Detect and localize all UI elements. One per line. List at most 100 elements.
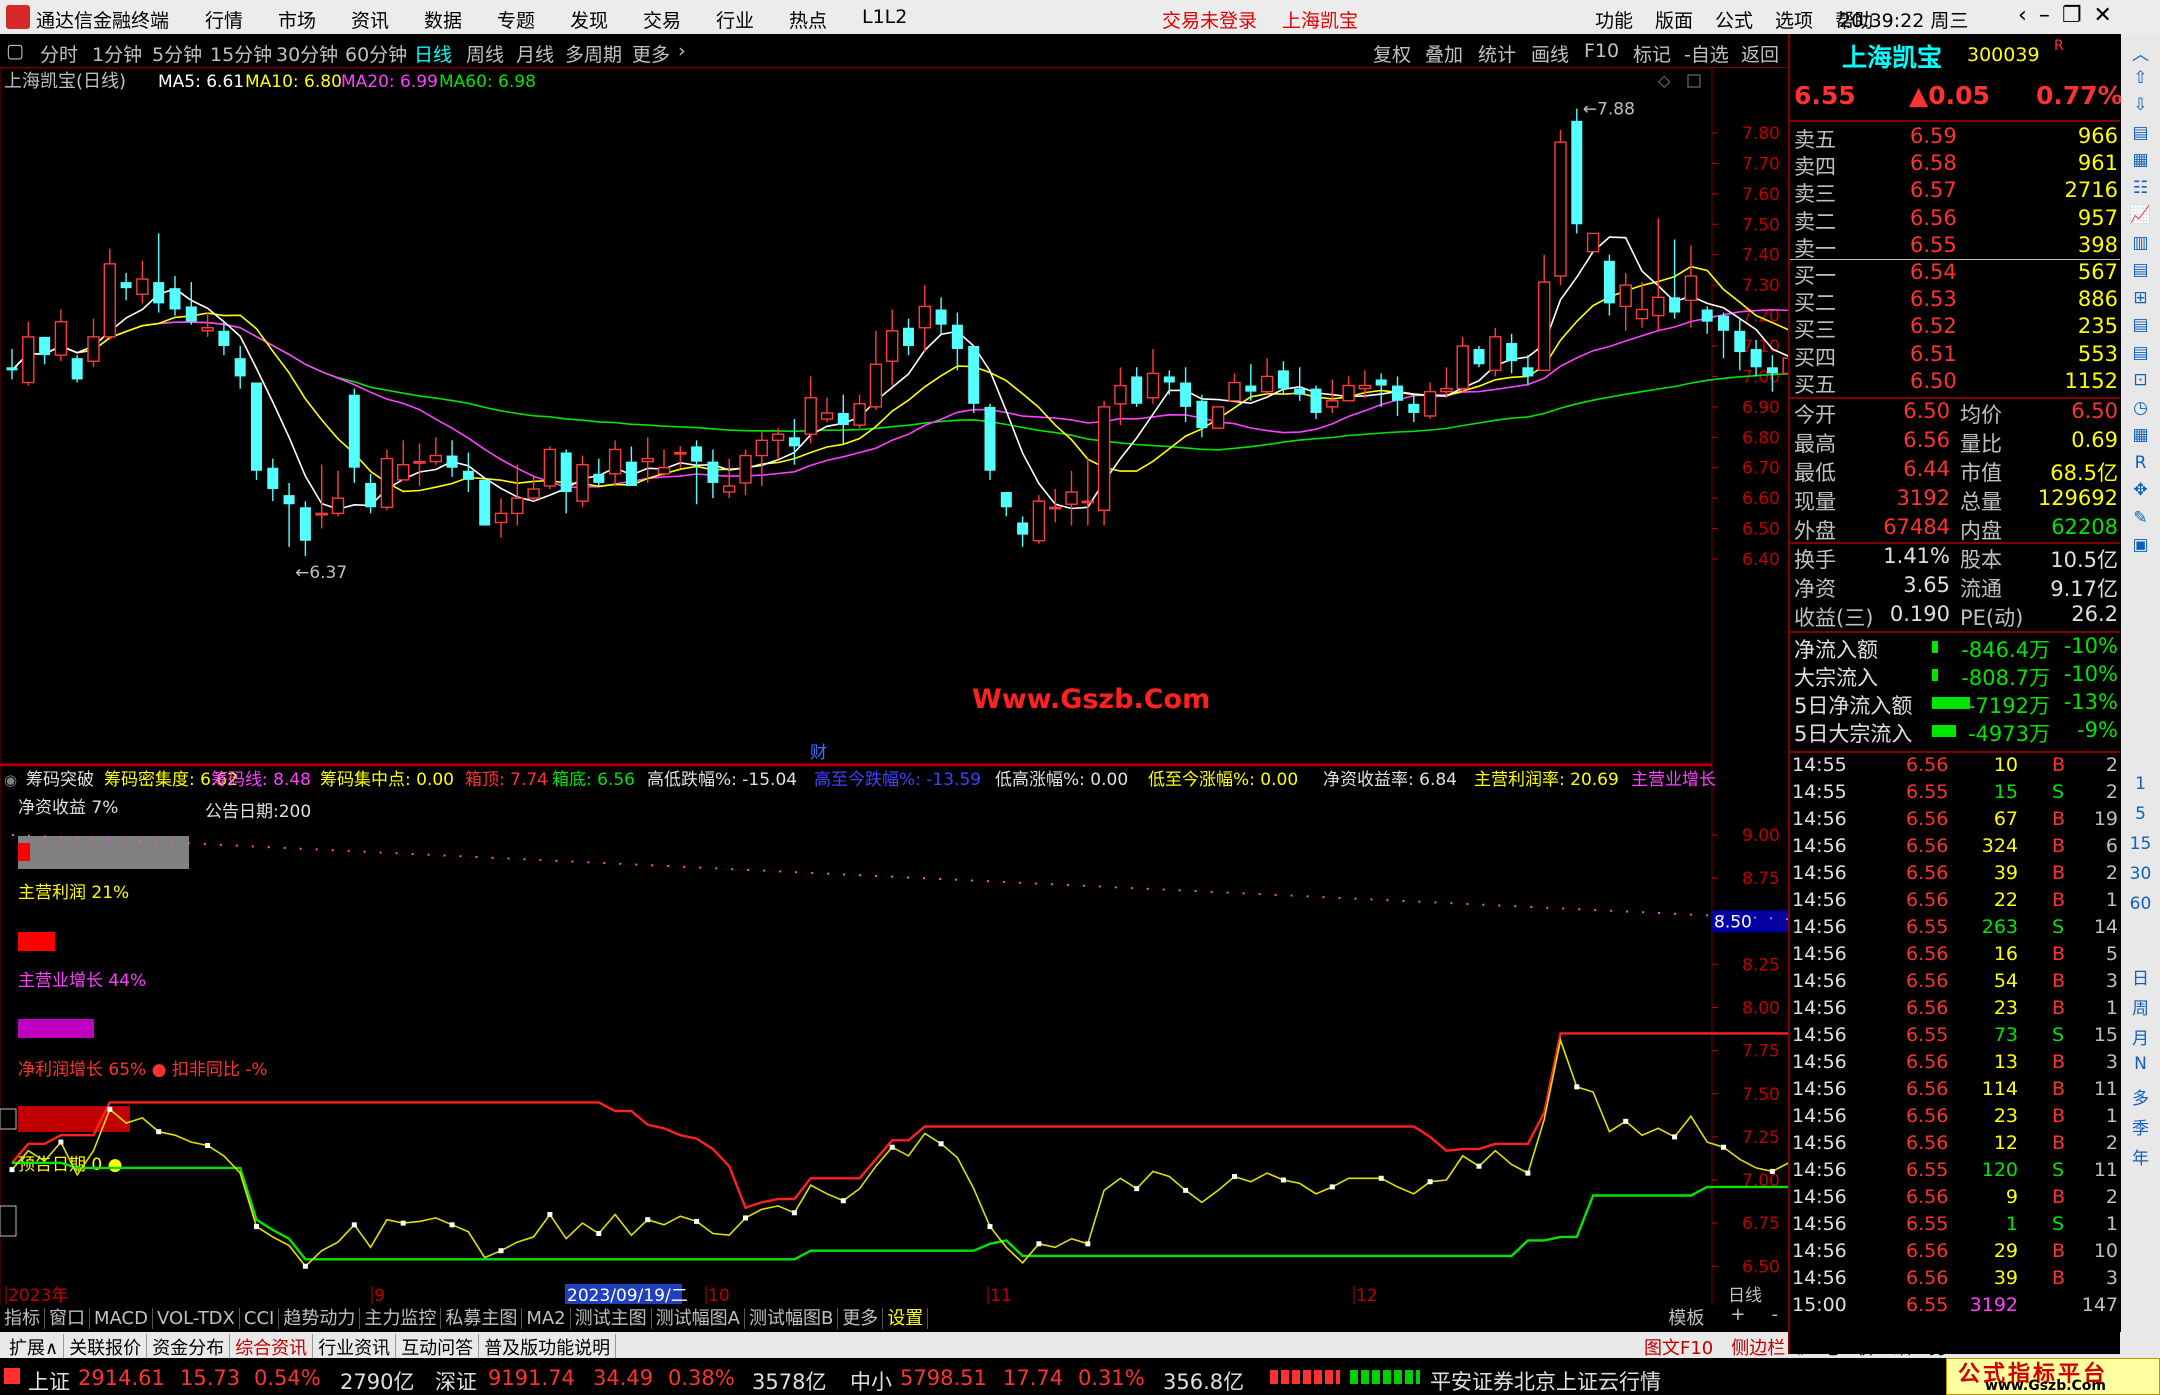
menu-item[interactable]: 市场 — [278, 6, 351, 33]
doc2-icon[interactable]: ▤ — [2121, 343, 2160, 363]
menu-item[interactable]: 专题 — [497, 6, 570, 33]
sys-menu-item[interactable]: 公式 — [1715, 6, 1753, 33]
ext-tab[interactable]: 普及版功能说明 — [479, 1334, 617, 1360]
trade-status[interactable]: 交易未登录 — [1162, 6, 1257, 33]
arrow-down-icon[interactable]: ⇩ — [2121, 95, 2160, 115]
tool-1[interactable]: 叠加 — [1425, 40, 1463, 67]
tool-0[interactable]: 复权 — [1373, 40, 1411, 67]
minimize-icon[interactable]: – — [2039, 3, 2050, 28]
chart-expand-icon[interactable] — [1687, 74, 1701, 88]
tool-5[interactable]: 标记 — [1633, 40, 1671, 67]
sidebar-period[interactable]: N — [2121, 1054, 2160, 1074]
sidebar-period[interactable]: 季 — [2121, 1114, 2160, 1139]
menu-item[interactable]: 数据 — [424, 6, 497, 33]
trend-icon[interactable]: 📈 — [2121, 205, 2160, 225]
template-control[interactable]: 模板 — [1664, 1304, 1708, 1330]
f10b-icon[interactable]: ⊡ — [2121, 370, 2160, 390]
ext-tab[interactable]: 行业资讯 — [313, 1334, 397, 1360]
ext-tab[interactable]: 关联报价 — [64, 1334, 148, 1360]
more-chevron-icon[interactable]: › — [678, 40, 686, 62]
indicator-tab[interactable]: 测试幅图B — [744, 1308, 839, 1329]
rsi-icon[interactable]: R — [2121, 453, 2160, 473]
sys-menu-item[interactable]: 功能 — [1595, 6, 1633, 33]
menu-item[interactable]: 交易 — [643, 6, 716, 33]
ext-tab[interactable]: 互动问答 — [396, 1334, 480, 1360]
period-3[interactable]: 15分钟 — [210, 40, 272, 67]
f10-icon[interactable]: ⊞ — [2121, 288, 2160, 308]
arrow-up-icon[interactable]: ⇧ — [2121, 68, 2160, 88]
indicator-tab[interactable]: 私募主图 — [441, 1308, 523, 1329]
back-icon[interactable]: ‹ — [2018, 3, 2027, 28]
fs-icon[interactable]: ▣ — [2121, 535, 2160, 555]
menu-item[interactable]: 行业 — [716, 6, 789, 33]
finance-marker[interactable]: 财 — [810, 743, 827, 763]
doc-icon[interactable]: ▤ — [2121, 315, 2160, 335]
period-5[interactable]: 60分钟 — [345, 40, 407, 67]
list2-icon[interactable]: ▤ — [2121, 260, 2160, 280]
indicator-tab[interactable]: 设置 — [883, 1308, 929, 1329]
menu-item[interactable]: L1L2 — [862, 6, 935, 33]
chart-icon[interactable]: ☷ — [2121, 178, 2160, 198]
indicator-tab[interactable]: 测试幅图A — [651, 1308, 745, 1329]
tool-6[interactable]: -自选 — [1684, 40, 1729, 67]
ext-tab[interactable]: 综合资讯 — [230, 1334, 314, 1360]
sidebar-minute-60[interactable]: 60 — [2121, 894, 2160, 914]
sidebar-period[interactable]: 月 — [2121, 1024, 2160, 1049]
restore-icon[interactable]: ❐ — [2062, 3, 2082, 28]
indicator-tab[interactable]: MA2 — [522, 1308, 571, 1329]
sidebar-minute-15[interactable]: 15 — [2121, 834, 2160, 854]
tool-7[interactable]: 返回 — [1741, 40, 1779, 67]
grid-icon[interactable]: ▦ — [2121, 150, 2160, 170]
template-control[interactable]: + — [1726, 1304, 1749, 1330]
menu-item[interactable]: 热点 — [789, 6, 862, 33]
pen-icon[interactable]: ✎ — [2121, 508, 2160, 528]
clock-icon[interactable]: ◷ — [2121, 398, 2160, 418]
indicator-tab[interactable]: 趋势动力 — [279, 1308, 361, 1329]
indicator-tab[interactable]: VOL-TDX — [152, 1308, 240, 1329]
period-9[interactable]: 多周期 — [565, 40, 622, 67]
indicator-tab[interactable]: 主力监控 — [360, 1308, 442, 1329]
chevron-up-icon[interactable]: ︿ — [2121, 40, 2160, 65]
bar2-icon[interactable]: ▦ — [2121, 425, 2160, 445]
sys-menu-item[interactable]: 版面 — [1655, 6, 1693, 33]
period-8[interactable]: 月线 — [516, 40, 554, 67]
period-2[interactable]: 5分钟 — [152, 40, 202, 67]
sidebar-minute-1[interactable]: 1 — [2121, 774, 2160, 794]
indicator-tab[interactable]: 窗口 — [45, 1308, 90, 1329]
menu-item[interactable]: 资讯 — [351, 6, 424, 33]
indicator-tab[interactable]: 指标 — [0, 1308, 45, 1329]
sidebar-period[interactable]: 周 — [2121, 994, 2160, 1019]
period-4[interactable]: 30分钟 — [276, 40, 338, 67]
toolbar-toggle-icon[interactable]: ▢ — [6, 40, 24, 62]
ext-tab[interactable]: 资金分布 — [147, 1334, 231, 1360]
sys-menu-item[interactable]: 选项 — [1775, 6, 1813, 33]
period-1[interactable]: 1分钟 — [92, 40, 142, 67]
indicator-tab[interactable]: MACD — [90, 1308, 153, 1329]
tool-2[interactable]: 统计 — [1478, 40, 1516, 67]
template-control[interactable]: - — [1768, 1304, 1783, 1330]
menu-item[interactable]: 行情 — [205, 6, 278, 33]
period-10[interactable]: 更多 — [632, 40, 670, 67]
indicator-tab[interactable]: 测试主图 — [570, 1308, 652, 1329]
list-icon[interactable]: ▤ — [2121, 123, 2160, 143]
period-0[interactable]: 分时 — [40, 40, 78, 67]
chart-area[interactable]: 7.807.707.607.507.407.307.207.107.006.90… — [0, 68, 1788, 1304]
chart-option-icon[interactable]: ◇ — [1658, 71, 1671, 90]
sidebar-period[interactable]: 日 — [2121, 964, 2160, 989]
period-7[interactable]: 周线 — [466, 40, 504, 67]
close-icon[interactable]: ✕ — [2094, 3, 2112, 28]
sidebar-period[interactable]: 多 — [2121, 1084, 2160, 1109]
ext-tab-right[interactable]: 图文F10 — [1638, 1334, 1725, 1360]
indicator-tab[interactable]: 更多 — [838, 1308, 884, 1329]
bar-icon[interactable]: ▥ — [2121, 233, 2160, 253]
sidebar-period[interactable]: 年 — [2121, 1144, 2160, 1169]
move-icon[interactable]: ✥ — [2121, 480, 2160, 500]
left-handle-icon[interactable] — [0, 1205, 17, 1237]
sidebar-minute-30[interactable]: 30 — [2121, 864, 2160, 884]
tool-4[interactable]: F10 — [1584, 40, 1619, 62]
indicator-collapse-icon[interactable]: ◉ — [4, 771, 17, 789]
left-handle-icon[interactable] — [0, 1108, 17, 1130]
sidebar-minute-5[interactable]: 5 — [2121, 804, 2160, 824]
ext-tab[interactable]: 扩展∧ — [4, 1334, 65, 1360]
menu-item[interactable]: 发现 — [570, 6, 643, 33]
